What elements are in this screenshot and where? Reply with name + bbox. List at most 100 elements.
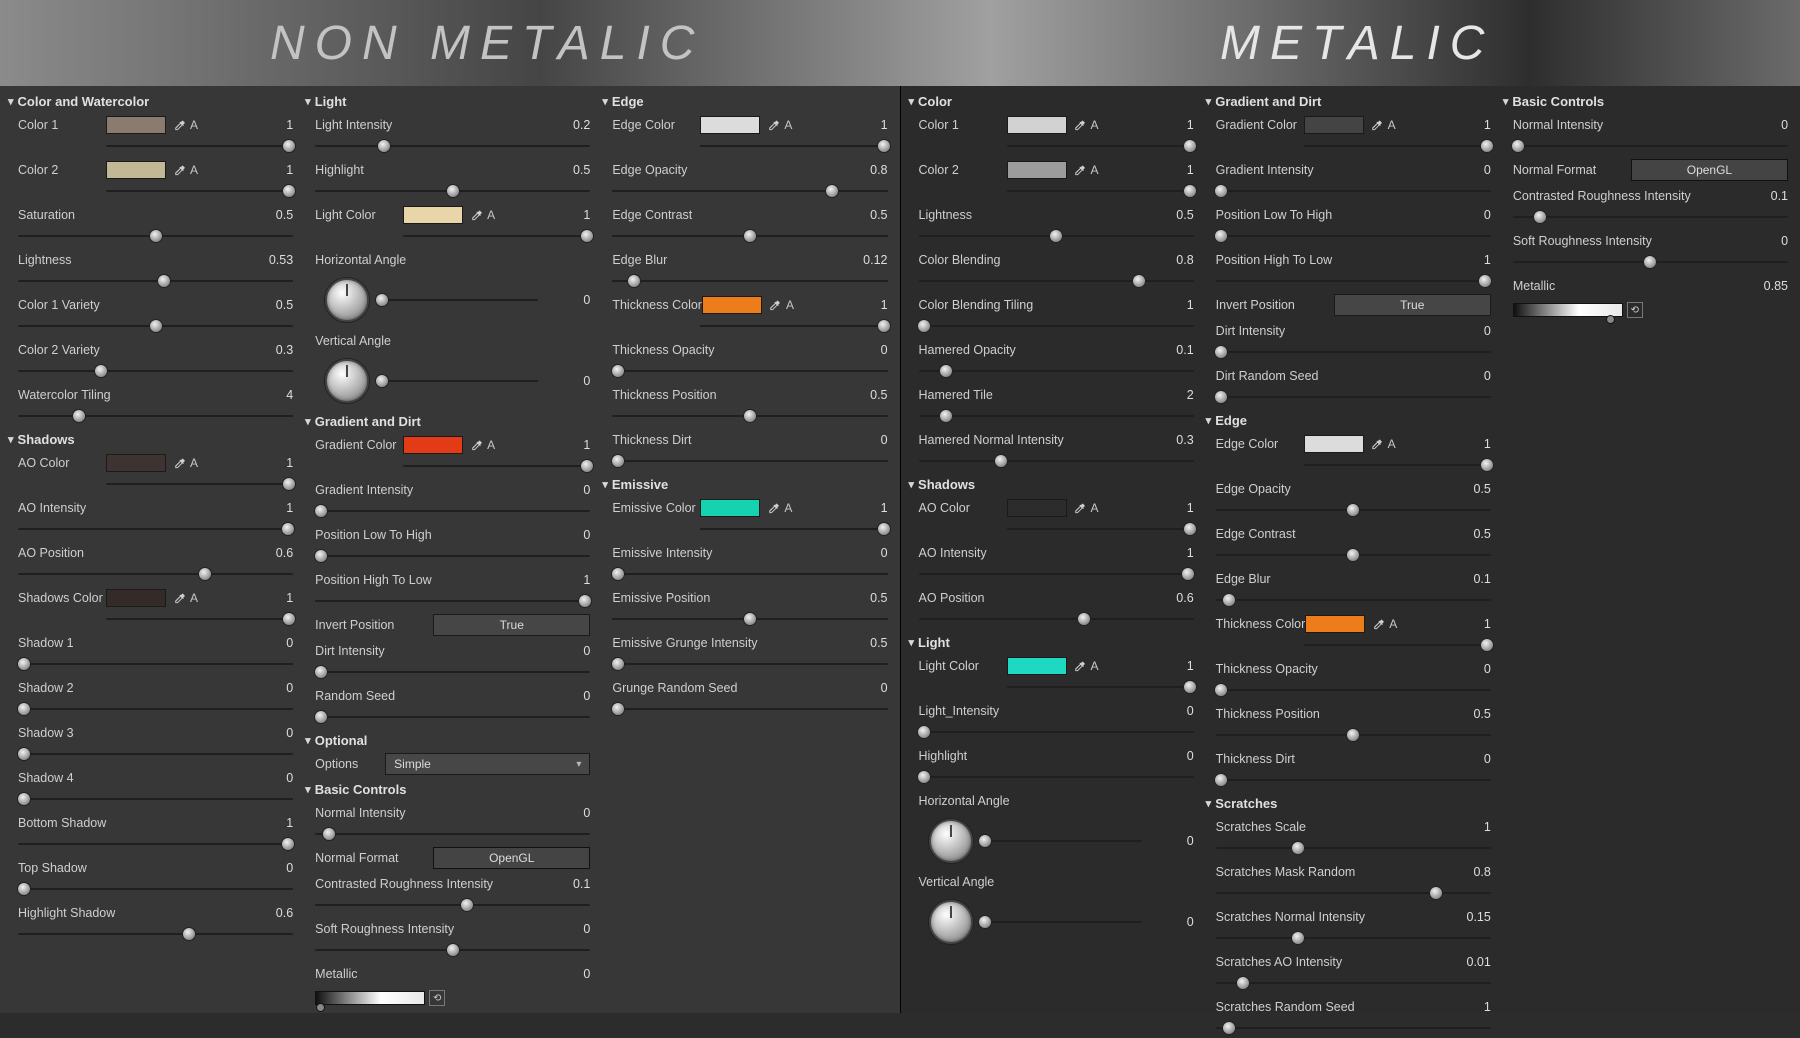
param-value[interactable]: 0 [544, 644, 590, 658]
slider-hamered-opacity[interactable] [919, 363, 1194, 379]
param-value[interactable]: 0.6 [247, 546, 293, 560]
eyedropper-icon[interactable] [1370, 118, 1384, 132]
param-value[interactable]: 0.85 [1742, 279, 1788, 293]
color-swatch[interactable] [403, 206, 463, 224]
slider-thickness-position[interactable] [612, 408, 887, 424]
slider-dirt-random-seed[interactable] [1216, 389, 1491, 405]
slider-random-seed[interactable] [315, 709, 590, 725]
slider-shadow-1[interactable] [18, 656, 293, 672]
param-value[interactable]: 0 [1742, 234, 1788, 248]
alpha-slider[interactable] [1007, 183, 1194, 199]
slider-light-intensity[interactable] [919, 724, 1194, 740]
slider-dirt-intensity[interactable] [315, 664, 590, 680]
eyedropper-icon[interactable] [1370, 437, 1384, 451]
section-light[interactable]: ▾ Light [909, 631, 1198, 652]
param-value[interactable]: 0.1 [1148, 343, 1194, 357]
section-optional[interactable]: ▾ Optional [305, 729, 594, 750]
slider-shadow-2[interactable] [18, 701, 293, 717]
eyedropper-icon[interactable] [172, 456, 186, 470]
angle-slider[interactable] [979, 921, 1142, 923]
color-swatch[interactable] [403, 436, 463, 454]
param-value[interactable]: 0 [544, 967, 590, 981]
param-value[interactable]: 1 [842, 118, 888, 132]
section-basic-controls[interactable]: ▾ Basic Controls [305, 778, 594, 799]
slider-position-low-to-high[interactable] [315, 548, 590, 564]
slider-color-blending-tiling[interactable] [919, 318, 1194, 334]
param-value[interactable]: 0.53 [247, 253, 293, 267]
slider-normal-intensity[interactable] [315, 826, 590, 842]
section-gradient-and-dirt[interactable]: ▾ Gradient and Dirt [1206, 90, 1495, 111]
metallic-gradient[interactable] [1513, 303, 1623, 317]
color-swatch[interactable] [1007, 499, 1067, 517]
section-shadows[interactable]: ▾ Shadows [909, 473, 1198, 494]
angle-dial[interactable] [325, 278, 369, 322]
alpha-slider[interactable] [700, 521, 887, 537]
color-swatch[interactable] [702, 296, 762, 314]
eyedropper-icon[interactable] [1073, 501, 1087, 515]
eyedropper-icon[interactable] [172, 591, 186, 605]
slider-lightness[interactable] [18, 273, 293, 289]
reset-icon[interactable]: ⟲ [429, 990, 445, 1006]
slider-soft-roughness-intensity[interactable] [315, 942, 590, 958]
param-value[interactable]: 0.5 [544, 163, 590, 177]
param-value[interactable]: 1 [1445, 617, 1491, 631]
slider-emissive-position[interactable] [612, 611, 887, 627]
param-value[interactable]: 1 [1148, 501, 1194, 515]
param-value[interactable]: 0 [1148, 915, 1194, 929]
param-value[interactable]: 0.5 [1445, 707, 1491, 721]
param-value[interactable]: 0 [1445, 324, 1491, 338]
slider-thickness-dirt[interactable] [1216, 772, 1491, 788]
slider-shadow-3[interactable] [18, 746, 293, 762]
param-value[interactable]: 0 [1148, 704, 1194, 718]
slider-color-blending[interactable] [919, 273, 1194, 289]
param-value[interactable]: 0 [247, 681, 293, 695]
alpha-slider[interactable] [1304, 457, 1491, 473]
param-value[interactable]: 0 [544, 374, 590, 388]
alpha-slider[interactable] [1304, 138, 1491, 154]
section-shadows[interactable]: ▾ Shadows [8, 428, 297, 449]
param-value[interactable]: 0 [247, 771, 293, 785]
param-value[interactable]: 2 [1148, 388, 1194, 402]
slider-position-high-to-low[interactable] [315, 593, 590, 609]
alpha-slider[interactable] [1007, 138, 1194, 154]
alpha-slider[interactable] [1304, 637, 1491, 653]
slider-thickness-opacity[interactable] [612, 363, 887, 379]
param-value[interactable]: 0 [544, 528, 590, 542]
param-value[interactable]: 1 [1445, 1000, 1491, 1014]
color-swatch[interactable] [106, 161, 166, 179]
slider-thickness-opacity[interactable] [1216, 682, 1491, 698]
color-swatch[interactable] [1007, 657, 1067, 675]
slider-scratches-mask-random[interactable] [1216, 885, 1491, 901]
color-swatch[interactable] [1305, 615, 1365, 633]
slider-dirt-intensity[interactable] [1216, 344, 1491, 360]
color-swatch[interactable] [106, 454, 166, 472]
param-value[interactable]: 0.5 [1445, 482, 1491, 496]
slider-edge-contrast[interactable] [1216, 547, 1491, 563]
param-value[interactable]: 0.15 [1445, 910, 1491, 924]
param-value[interactable]: 0.5 [842, 208, 888, 222]
slider-hamered-tile[interactable] [919, 408, 1194, 424]
slider-highlight[interactable] [315, 183, 590, 199]
reset-icon[interactable]: ⟲ [1627, 302, 1643, 318]
param-value[interactable]: 0.5 [247, 298, 293, 312]
slider-ao-intensity[interactable] [919, 566, 1194, 582]
param-value[interactable]: 0.3 [247, 343, 293, 357]
eyedropper-icon[interactable] [1371, 617, 1385, 631]
param-value[interactable]: 0.12 [842, 253, 888, 267]
section-edge[interactable]: ▾ Edge [602, 90, 891, 111]
slider-highlight-shadow[interactable] [18, 926, 293, 942]
slider-edge-blur[interactable] [1216, 592, 1491, 608]
slider-scratches-ao-intensity[interactable] [1216, 975, 1491, 991]
param-value[interactable]: 1 [247, 118, 293, 132]
param-value[interactable]: 1 [247, 501, 293, 515]
slider-scratches-normal-intensity[interactable] [1216, 930, 1491, 946]
input-normal-format[interactable]: OpenGL [1631, 159, 1788, 181]
eyedropper-icon[interactable] [768, 298, 782, 312]
alpha-slider[interactable] [1007, 679, 1194, 695]
eyedropper-icon[interactable] [1073, 163, 1087, 177]
slider-color-2-variety[interactable] [18, 363, 293, 379]
param-value[interactable]: 1 [544, 438, 590, 452]
slider-edge-blur[interactable] [612, 273, 887, 289]
eyedropper-icon[interactable] [1073, 659, 1087, 673]
slider-highlight[interactable] [919, 769, 1194, 785]
